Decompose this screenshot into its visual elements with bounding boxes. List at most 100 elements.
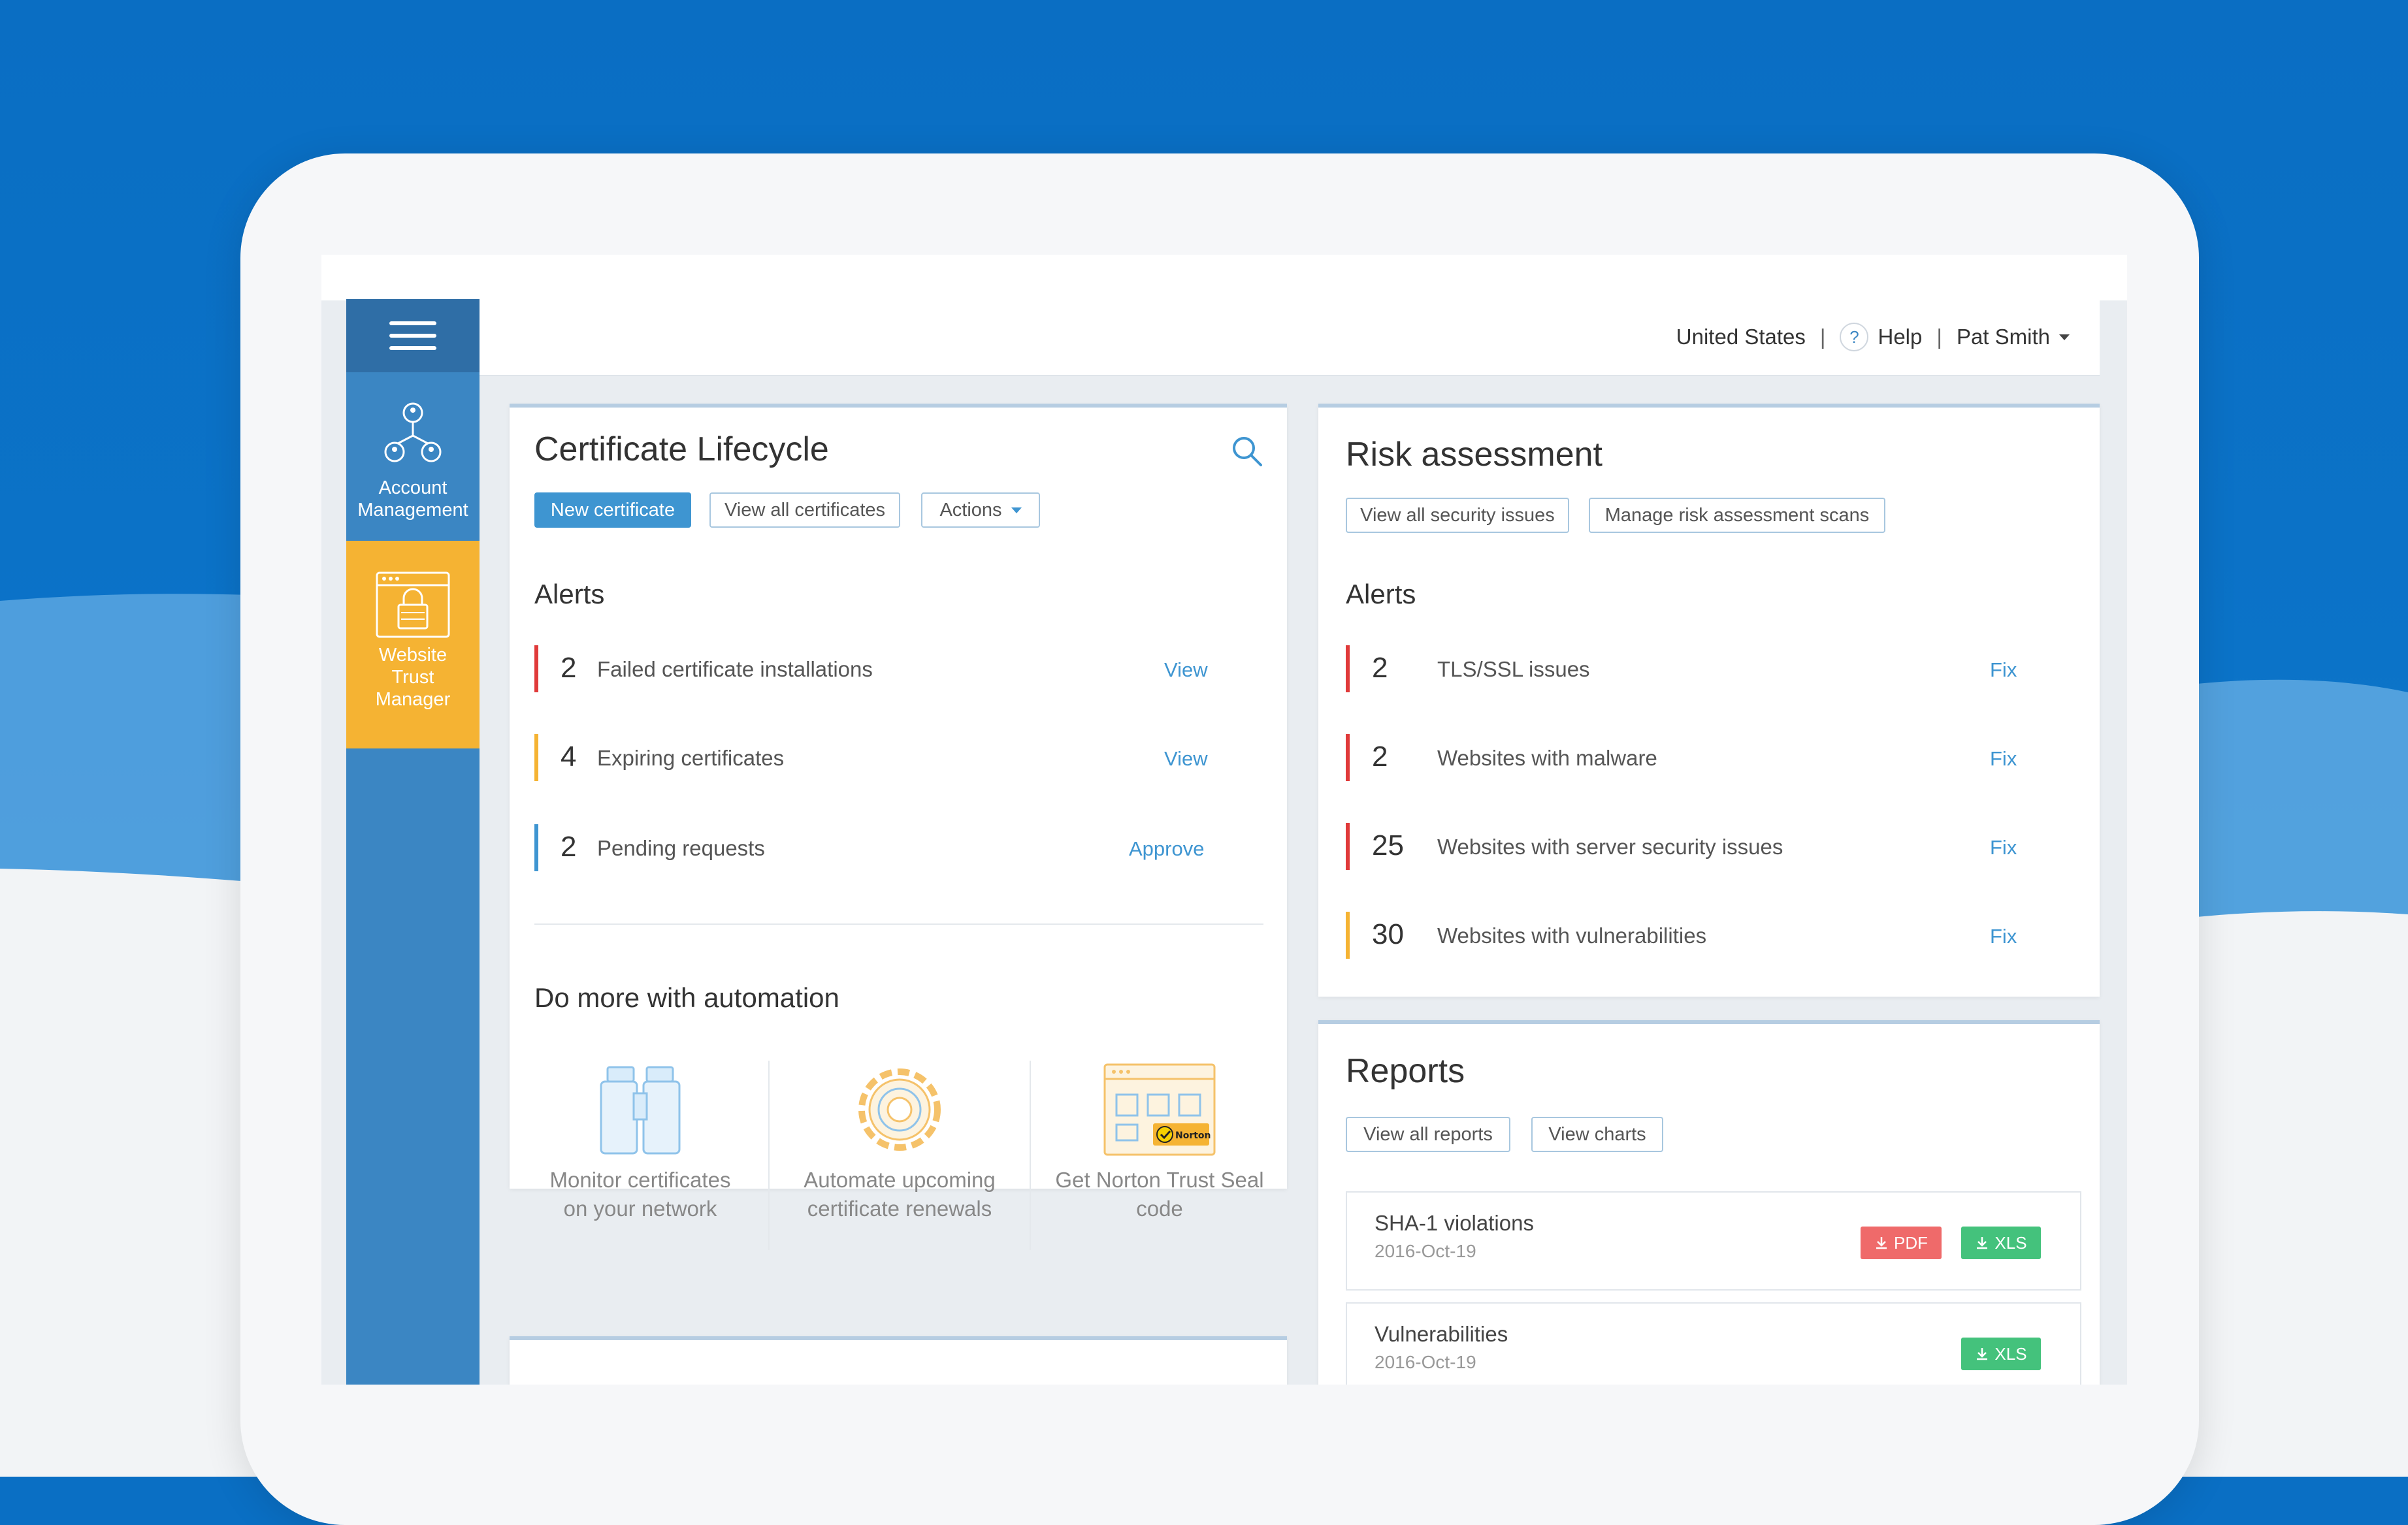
header-separator: | (1819, 325, 1826, 349)
alert-severity-bar (534, 645, 538, 692)
download-xls-button[interactable]: XLS (1961, 1338, 2041, 1370)
alert-severity-bar (534, 734, 538, 781)
report-date: 2016-Oct-19 (1375, 1352, 1476, 1372)
alerts-heading: Alerts (1346, 579, 1416, 609)
sidebar-item-label: Website (378, 645, 447, 666)
gear-icon (858, 1068, 941, 1151)
download-xls-button[interactable]: XLS (1961, 1227, 2041, 1259)
alert-row: 2 Pending requests Approve (534, 824, 1240, 871)
browser-lock-icon (376, 571, 450, 638)
alert-label: Websites with vulnerabilities (1437, 923, 1707, 948)
pdf-label: PDF (1894, 1232, 1928, 1253)
view-all-certificates-button[interactable]: View all certificates (709, 492, 900, 528)
chevron-down-icon[interactable] (2059, 334, 2070, 340)
automation-label: certificate renewals (807, 1196, 992, 1221)
certificate-lifecycle-card: Certificate Lifecycle New certificate Vi… (510, 404, 1287, 1250)
alert-label: Pending requests (597, 836, 765, 860)
alert-count: 2 (1372, 652, 1388, 684)
automation-separator (1030, 1061, 1031, 1250)
download-icon (1876, 1237, 1887, 1249)
alert-label: Websites with malware (1437, 746, 1657, 770)
report-date: 2016-Oct-19 (1375, 1241, 1476, 1261)
country-selector[interactable]: United States (1676, 325, 1806, 349)
alert-row: 2 Websites with malware Fix (1346, 734, 2064, 781)
view-all-security-issues-button[interactable]: View all security issues (1346, 498, 1569, 533)
hamburger-line (389, 346, 436, 350)
user-menu[interactable]: Pat Smith (1957, 325, 2050, 349)
card-title: Certificate Lifecycle (534, 430, 829, 468)
alert-row: 2 TLS/SSL issues Fix (1346, 645, 2064, 692)
automation-label: on your network (563, 1196, 717, 1221)
report-row[interactable]: SHA-1 violations 2016-Oct-19 PDF XLS (1346, 1191, 2081, 1291)
alert-approve-link[interactable]: Approve (1129, 837, 1204, 861)
actions-label: Actions (939, 499, 1002, 521)
sidebar-item-label: Account (378, 477, 447, 498)
alert-row: 4 Expiring certificates View (534, 734, 1240, 781)
alert-row: 2 Failed certificate installations View (534, 645, 1240, 692)
automation-item-renewals[interactable]: Automate upcoming certificate renewals (772, 1061, 1027, 1223)
sidebar: Account Management Website Trust Manager (346, 299, 480, 1385)
header-separator: | (1936, 325, 1942, 349)
sidebar-item-label: Management (357, 500, 468, 521)
alert-severity-bar (1346, 645, 1350, 692)
section-divider (534, 923, 1263, 925)
alert-view-link[interactable]: View (1164, 658, 1208, 682)
reports-card: Reports View all reports View charts SHA… (1318, 1020, 2100, 1385)
account-network-icon (384, 402, 442, 462)
chevron-down-icon (1011, 507, 1022, 513)
alerts-heading: Alerts (534, 579, 605, 609)
alert-count: 2 (1372, 741, 1388, 773)
report-name: Vulnerabilities (1375, 1322, 1508, 1346)
sidebar-item-account-management[interactable]: Account Management (346, 372, 480, 541)
menu-button[interactable] (346, 299, 480, 372)
card-title: Risk assessment (1346, 436, 1603, 474)
alert-fix-link[interactable]: Fix (1990, 836, 2017, 859)
view-charts-button[interactable]: View charts (1531, 1117, 1663, 1152)
next-card-stub (510, 1336, 1287, 1385)
hamburger-line (389, 334, 436, 338)
norton-seal-icon: Norton (1103, 1063, 1216, 1156)
help-link[interactable]: Help (1878, 325, 1922, 349)
alert-fix-link[interactable]: Fix (1990, 658, 2017, 682)
sidebar-item-website-trust-manager[interactable]: Website Trust Manager (346, 541, 480, 748)
download-pdf-button[interactable]: PDF (1861, 1227, 1942, 1259)
alert-count: 4 (561, 741, 577, 773)
alert-severity-bar (534, 824, 538, 871)
alert-fix-link[interactable]: Fix (1990, 747, 2017, 771)
download-icon (1977, 1237, 1988, 1249)
sidebar-item-label: Trust (391, 667, 434, 688)
report-name: SHA-1 violations (1375, 1211, 1534, 1235)
alert-fix-link[interactable]: Fix (1990, 925, 2017, 948)
help-icon[interactable]: ? (1840, 323, 1869, 351)
alert-count: 30 (1372, 918, 1404, 950)
top-header: United States | ? Help | Pat Smith (480, 299, 2100, 376)
alert-severity-bar (1346, 823, 1350, 870)
alert-count: 25 (1372, 829, 1404, 861)
search-icon[interactable] (1231, 435, 1263, 468)
alert-count: 2 (561, 652, 577, 684)
alert-severity-bar (1346, 734, 1350, 781)
automation-label: Monitor certificates (549, 1168, 731, 1192)
xls-label: XLS (1994, 1343, 2027, 1364)
norton-seal-text: Norton (1175, 1131, 1211, 1141)
alert-label: Websites with server security issues (1437, 835, 1783, 859)
automation-item-norton-seal[interactable]: Norton Get Norton Trust Seal code (1032, 1061, 1287, 1223)
new-certificate-button[interactable]: New certificate (534, 492, 691, 528)
card-title: Reports (1346, 1052, 1465, 1090)
header-user-area: United States | ? Help | Pat Smith (1676, 299, 2070, 375)
app-screen: Account Management Website Trust Manager… (321, 255, 2127, 1385)
view-all-reports-button[interactable]: View all reports (1346, 1117, 1510, 1152)
report-row[interactable]: Vulnerabilities 2016-Oct-19 XLS (1346, 1302, 2081, 1385)
risk-assessment-card: Risk assessment View all security issues… (1318, 404, 2100, 997)
hamburger-line (389, 321, 436, 325)
automation-heading: Do more with automation (534, 982, 839, 1013)
automation-item-monitor[interactable]: Monitor certificates on your network (516, 1061, 764, 1223)
xls-label: XLS (1994, 1232, 2027, 1253)
alert-count: 2 (561, 831, 577, 863)
alert-view-link[interactable]: View (1164, 747, 1208, 771)
actions-dropdown[interactable]: Actions (921, 492, 1040, 528)
manage-risk-assessment-scans-button[interactable]: Manage risk assessment scans (1589, 498, 1885, 533)
automation-label: Get Norton Trust Seal (1055, 1168, 1264, 1192)
download-icon (1977, 1348, 1988, 1360)
automation-label: code (1136, 1196, 1183, 1221)
